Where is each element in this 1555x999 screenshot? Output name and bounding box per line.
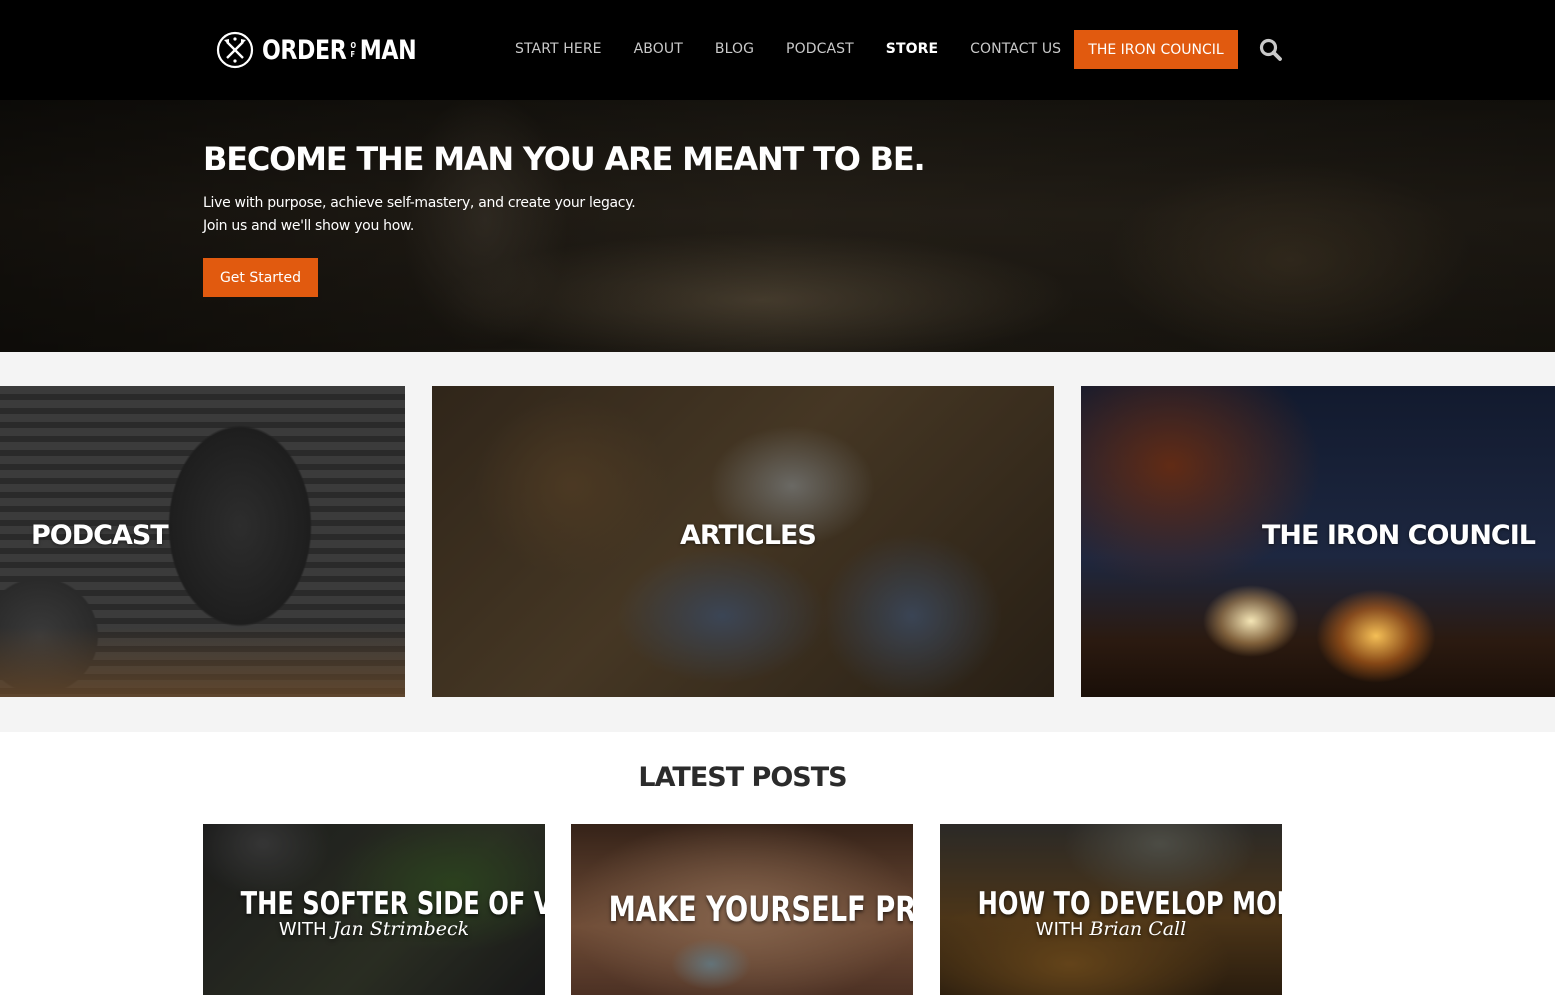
post-guest-name: Brian Call [1089,918,1187,940]
search-icon [1259,38,1282,61]
hero-subtitle: Live with purpose, achieve self-mastery,… [203,192,636,238]
nav-podcast[interactable]: PODCAST [786,38,854,60]
post-title: THE SOFTER SIDE OF VIOLENCE [240,886,545,922]
iron-council-nav-button[interactable]: THE IRON COUNCIL [1074,30,1238,69]
logo-word-order: ORDER [262,34,347,66]
post-title: MAKE YOURSELF PROUD [608,890,913,930]
nav-blog[interactable]: BLOG [715,38,754,60]
post-guest-line: WITH Brian Call [940,918,1282,940]
feature-card-label: ARTICLES [680,520,817,551]
feature-card-label: THE IRON COUNCIL [1262,520,1536,551]
hero-subtitle-line-2: Join us and we'll show you how. [203,218,415,234]
search-button[interactable] [1258,37,1284,63]
feature-card-podcast[interactable]: PODCAST [0,386,405,697]
logo-of-bottom: F [350,50,355,59]
site-header: ORDER O F MAN START HERE ABOUT BLOG PODC… [0,0,1555,100]
post-guest-name: Jan Strimbeck [332,918,470,940]
post-title: HOW TO DEVELOP MORE GRIT [977,886,1282,922]
nav-store[interactable]: STORE [886,38,938,60]
nav-start-here[interactable]: START HERE [515,38,602,60]
nav-about[interactable]: ABOUT [634,38,683,60]
post-with-label: WITH [1035,919,1084,940]
nav-contact-us[interactable]: CONTACT US [970,38,1061,60]
main-nav: START HERE ABOUT BLOG PODCAST STORE CONT… [515,38,1093,60]
crossed-axes-logo-icon [216,31,254,69]
post-card[interactable]: MAKE YOURSELF PROUD [571,824,913,995]
post-card[interactable]: HOW TO DEVELOP MORE GRIT WITH Brian Call [940,824,1282,995]
feature-card-articles[interactable]: ARTICLES [432,386,1054,697]
logo-word-of: O F [350,41,356,59]
feature-strip: PODCAST ARTICLES THE IRON COUNCIL [0,352,1555,732]
hero-banner: BECOME THE MAN YOU ARE MEANT TO BE. Live… [0,100,1555,352]
hero-subtitle-line-1: Live with purpose, achieve self-mastery,… [203,195,636,211]
feature-card-label: PODCAST [31,520,169,551]
get-started-button[interactable]: Get Started [203,258,318,297]
post-with-label: WITH [278,919,327,940]
feature-card-iron-council[interactable]: THE IRON COUNCIL [1081,386,1555,697]
site-logo[interactable]: ORDER O F MAN [216,30,450,70]
post-card[interactable]: THE SOFTER SIDE OF VIOLENCE WITH Jan Str… [203,824,545,995]
logo-of-top: O [350,41,356,50]
site-logo-wordmark: ORDER O F MAN [262,34,417,66]
logo-word-man: MAN [359,34,417,66]
latest-posts-heading: LATEST POSTS [638,762,847,793]
hero-title: BECOME THE MAN YOU ARE MEANT TO BE. [203,140,926,178]
post-guest-line: WITH Jan Strimbeck [203,918,545,940]
